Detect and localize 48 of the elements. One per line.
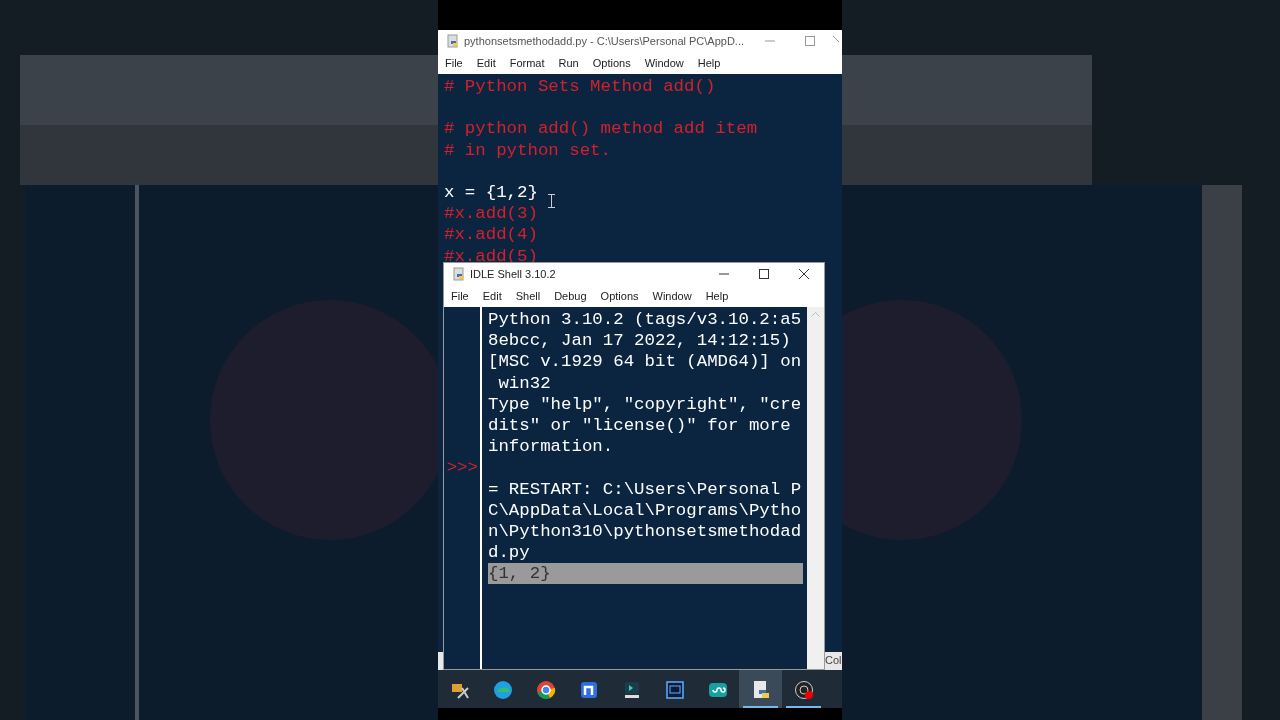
python-file-icon xyxy=(452,267,466,281)
window-title: pythonsetsmethodadd.py - C:\Users\Personal PC\AppD... xyxy=(464,34,745,47)
menu-item[interactable]: Debug xyxy=(547,287,594,305)
shell-output-line: win32 xyxy=(497,372,552,394)
status-text: Col xyxy=(825,653,842,668)
code-comment: #x.add(4) xyxy=(444,224,538,246)
menu-item[interactable]: Format xyxy=(502,54,552,72)
code-comment: # in python set. xyxy=(444,139,611,161)
wave-icon xyxy=(492,679,513,700)
close-icon[interactable] xyxy=(799,269,809,280)
menu-item[interactable]: Window xyxy=(637,54,691,72)
shell-output-line: dits" or "license()" for more xyxy=(488,414,792,437)
menu-item[interactable]: Shell xyxy=(508,287,548,305)
code-comment: # Python Sets Method add() xyxy=(444,76,716,98)
highlighted-output: {1, 2} xyxy=(488,563,803,585)
shell-output-line: C\AppData\Local\Programs\Pytho xyxy=(488,499,803,521)
taskbar-app[interactable] xyxy=(739,670,782,708)
shell-output-line: d.py xyxy=(488,542,531,564)
shell-output-line: = RESTART: C:\Users\Personal P xyxy=(488,478,803,500)
menu-item[interactable]: Help xyxy=(698,287,736,305)
note-app-icon xyxy=(578,679,599,700)
menu-item[interactable]: File xyxy=(444,287,476,305)
image-editor-icon xyxy=(664,679,685,700)
window-title: IDLE Shell 3.10.2 xyxy=(470,267,556,280)
menu-item[interactable]: Options xyxy=(585,54,638,72)
code-line: x = {1,2} xyxy=(444,181,538,204)
menu-item[interactable]: File xyxy=(438,54,470,72)
shell-output-line: 8ebcc, Jan 17 2022, 14:12:15) xyxy=(488,330,792,352)
menu-item[interactable]: Run xyxy=(551,54,586,72)
code-comment: #x.add(3) xyxy=(444,203,538,225)
text-cursor-icon xyxy=(548,194,555,208)
browser-icon xyxy=(535,679,556,700)
menu-item[interactable]: Options xyxy=(593,287,646,305)
maximize-icon[interactable] xyxy=(759,269,769,280)
shell-output-line: Type "help", "copyright", "cre xyxy=(488,393,803,415)
record-icon xyxy=(793,679,814,700)
shell-prompt: >>> xyxy=(446,458,478,478)
shell-output-line: Python 3.10.2 (tags/v3.10.2:a5 xyxy=(488,309,803,331)
menu-item[interactable]: Help xyxy=(690,54,728,72)
menu-item[interactable]: Window xyxy=(645,287,699,305)
shell-output-line: [MSC v.1929 64 bit (AMD64)] on xyxy=(488,351,803,373)
code-comment: # python add() method add item xyxy=(444,118,758,140)
menu-item[interactable]: Edit xyxy=(469,54,503,72)
code-comment: #x.add(5) xyxy=(444,245,538,267)
menu-item[interactable]: Edit xyxy=(475,287,509,305)
shell-output-line: information. xyxy=(488,436,615,458)
python-file-icon xyxy=(446,34,460,48)
shell-output-line: n\Python310\pythonsetsmethodad xyxy=(488,520,803,543)
